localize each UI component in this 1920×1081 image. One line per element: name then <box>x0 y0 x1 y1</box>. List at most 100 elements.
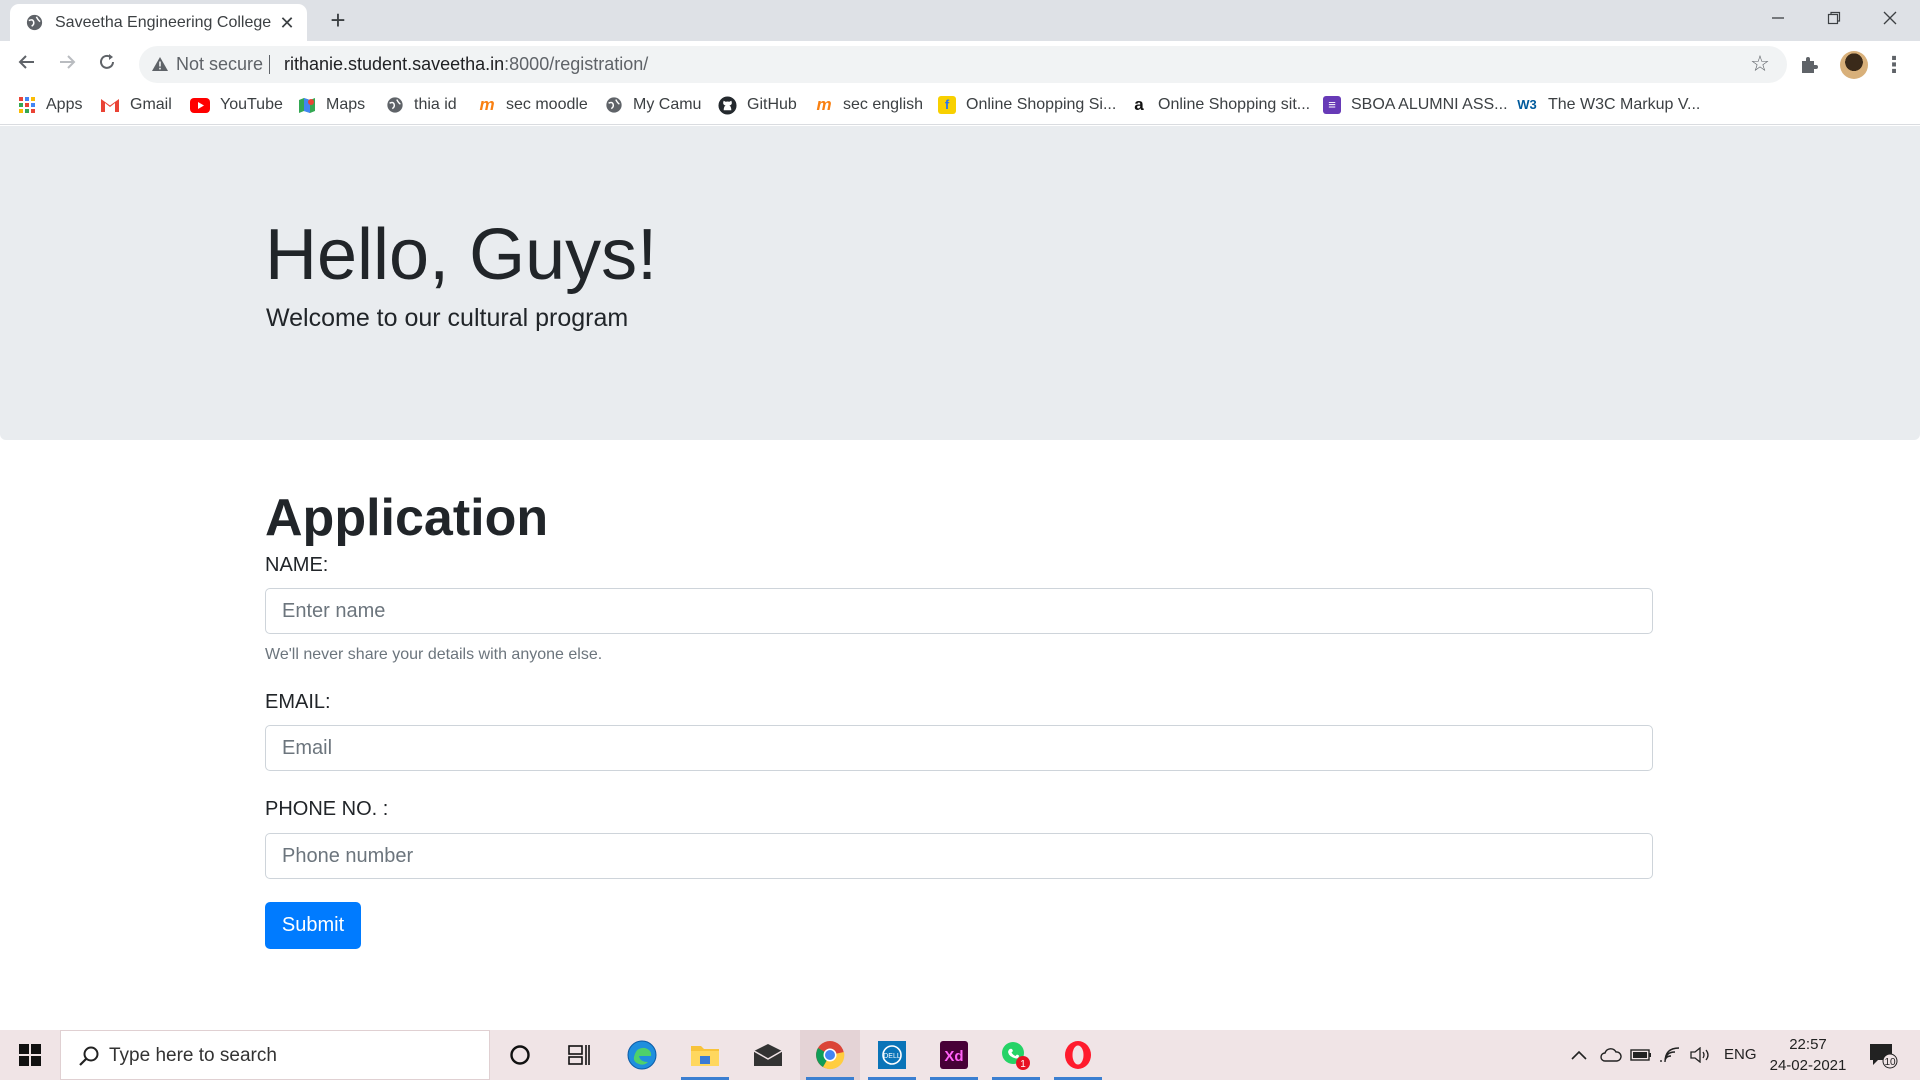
search-placeholder: Type here to search <box>109 1045 277 1066</box>
chevron-up-icon <box>1571 1050 1587 1060</box>
browser-toolbar: Not secure rithanie.student.saveetha.in:… <box>0 41 1920 88</box>
amazon-icon: a <box>1134 95 1144 114</box>
bookmark-label: Gmail <box>130 96 172 113</box>
address-bar[interactable]: Not secure rithanie.student.saveetha.in:… <box>139 46 1787 83</box>
browser-tab[interactable]: Saveetha Engineering College ✕ <box>10 4 307 41</box>
wifi-icon <box>1660 1047 1680 1063</box>
bookmark-label: Maps <box>326 96 366 113</box>
tray-wifi[interactable] <box>1660 1030 1680 1080</box>
tray-battery[interactable] <box>1630 1030 1652 1080</box>
globe-icon <box>606 97 622 113</box>
bookmark-maps[interactable]: Maps <box>298 88 365 122</box>
chrome-icon <box>816 1041 845 1070</box>
clock-time: 22:57 <box>1789 1036 1827 1053</box>
forward-arrow-icon <box>60 55 76 69</box>
bookmark-label: The W3C Markup V... <box>1548 96 1701 113</box>
bookmark-thia-id[interactable]: thia id <box>386 88 457 122</box>
profile-avatar[interactable] <box>1840 51 1868 79</box>
taskbar-edge[interactable] <box>612 1030 672 1080</box>
tray-clock[interactable]: 22:57 24-02-2021 <box>1765 1034 1851 1076</box>
tray-overflow-button[interactable] <box>1570 1030 1588 1080</box>
opera-icon <box>1065 1041 1091 1069</box>
taskbar-file-explorer[interactable] <box>675 1030 735 1080</box>
cloud-icon <box>1600 1048 1622 1062</box>
speaker-icon <box>1690 1046 1709 1064</box>
tray-volume[interactable] <box>1690 1030 1712 1080</box>
mail-icon <box>753 1044 783 1066</box>
bookmark-label: sec moodle <box>506 96 588 113</box>
browser-menu-icon[interactable]: ⋮ <box>1883 51 1905 79</box>
whatsapp-icon: 1 <box>1002 1042 1030 1070</box>
name-label: NAME: <box>265 554 329 576</box>
task-view-button[interactable] <box>550 1030 610 1080</box>
taskbar-chrome[interactable] <box>800 1030 860 1080</box>
bookmark-label: Apps <box>46 96 83 113</box>
youtube-icon <box>190 97 210 113</box>
bookmarks-bar: Apps Gmail YouTube Maps thia id m sec mo… <box>0 88 1920 125</box>
battery-icon <box>1630 1049 1651 1061</box>
reload-button[interactable] <box>92 50 122 80</box>
bookmark-apps[interactable]: Apps <box>18 88 82 122</box>
tray-language[interactable]: ENG <box>1724 1030 1757 1080</box>
back-button[interactable] <box>12 50 42 80</box>
close-icon <box>1883 11 1896 25</box>
taskbar-mail[interactable] <box>738 1030 798 1080</box>
moodle-icon: m <box>816 95 832 114</box>
tray-onedrive[interactable] <box>1600 1030 1622 1080</box>
moodle-icon: m <box>479 95 495 114</box>
bookmark-gmail[interactable]: Gmail <box>100 88 172 122</box>
name-input[interactable] <box>265 588 1653 634</box>
bookmark-label: YouTube <box>220 96 283 113</box>
globe-icon <box>26 14 43 31</box>
flipkart-icon: f <box>938 96 956 114</box>
svg-text:DELL: DELL <box>883 1053 901 1060</box>
minimize-button[interactable] <box>1750 0 1805 38</box>
email-label: EMAIL: <box>265 691 331 713</box>
bookmark-sec-moodle[interactable]: m sec moodle <box>478 88 588 122</box>
forms-icon: ≡ <box>1323 96 1341 114</box>
bookmark-w3c[interactable]: W3 The W3C Markup V... <box>1516 88 1700 122</box>
forward-button[interactable] <box>52 50 82 80</box>
submit-button[interactable]: Submit <box>265 902 361 949</box>
warning-icon <box>152 57 168 71</box>
taskbar-adobe-xd[interactable]: Xd <box>924 1030 984 1080</box>
bookmark-label: SBOA ALUMNI ASS... <box>1351 96 1508 113</box>
tab-title: Saveetha Engineering College <box>55 14 272 31</box>
bookmark-label: Online Shopping sit... <box>1158 96 1311 113</box>
jumbotron: Hello, Guys! Welcome to our cultural pro… <box>0 126 1920 440</box>
bookmark-sboa[interactable]: ≡ SBOA ALUMNI ASS... <box>1323 88 1508 122</box>
bookmark-label: thia id <box>414 96 457 113</box>
close-tab-icon[interactable]: ✕ <box>276 12 298 34</box>
not-secure-label[interactable]: Not secure <box>176 46 263 83</box>
phone-input[interactable] <box>265 833 1653 879</box>
taskbar-whatsapp[interactable]: 1 <box>986 1030 1046 1080</box>
cortana-button[interactable] <box>490 1030 550 1080</box>
bookmark-sec-english[interactable]: m sec english <box>815 88 923 122</box>
name-help-text: We'll never share your details with anyo… <box>265 646 603 663</box>
bookmark-flipkart[interactable]: f Online Shopping Si... <box>938 88 1116 122</box>
form-heading: Application <box>265 489 549 547</box>
taskbar-dell-app[interactable]: DELL <box>862 1030 922 1080</box>
clock-date: 24-02-2021 <box>1769 1057 1847 1074</box>
action-center-button[interactable]: 10 <box>1868 1042 1898 1069</box>
search-icon <box>79 1046 99 1066</box>
bookmark-amazon[interactable]: a Online Shopping sit... <box>1130 88 1310 122</box>
start-button[interactable] <box>0 1030 60 1080</box>
new-tab-button[interactable]: + <box>325 7 351 34</box>
dell-icon: DELL <box>878 1041 906 1069</box>
maximize-button[interactable] <box>1806 0 1861 38</box>
notification-icon: 10 <box>1870 1044 1898 1069</box>
email-input[interactable] <box>265 725 1653 771</box>
bookmark-my-camu[interactable]: My Camu <box>605 88 701 122</box>
bookmark-github[interactable]: GitHub <box>718 88 797 122</box>
url-path: :8000/registration/ <box>504 54 649 74</box>
taskbar-opera[interactable] <box>1048 1030 1108 1080</box>
close-window-button[interactable] <box>1862 0 1917 38</box>
bookmark-star-icon[interactable]: ☆ <box>1748 52 1772 76</box>
back-arrow-icon <box>18 55 34 69</box>
extensions-puzzle-icon[interactable] <box>1798 53 1822 77</box>
taskbar-search[interactable]: Type here to search <box>60 1030 490 1080</box>
github-icon <box>718 95 737 115</box>
bookmark-youtube[interactable]: YouTube <box>190 88 283 122</box>
url-text[interactable]: rithanie.student.saveetha.in:8000/regist… <box>284 46 648 83</box>
